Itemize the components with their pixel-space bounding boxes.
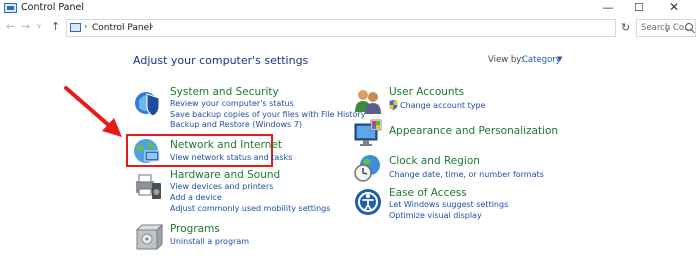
- back-arrow-icon[interactable]: ←: [6, 20, 15, 33]
- users-icon: [355, 90, 381, 114]
- address-bar[interactable]: › Control Panel › ∨: [66, 19, 670, 37]
- ease-of-access-icon: [355, 189, 381, 215]
- monitor-palette-icon: [354, 119, 382, 146]
- view-by-caret-icon[interactable]: ▼: [557, 55, 562, 63]
- link-uninstall-program[interactable]: Uninstall a program: [170, 237, 249, 246]
- category-title-appearance-personalization[interactable]: Appearance and Personalization: [389, 125, 558, 137]
- window-title: Control Panel: [21, 2, 84, 13]
- minimize-button[interactable]: —: [594, 0, 622, 16]
- link-change-account-type[interactable]: Change account type: [400, 101, 485, 110]
- category-title-user-accounts[interactable]: User Accounts: [389, 86, 464, 98]
- page-heading: Adjust your computer's settings: [133, 54, 309, 67]
- view-by-label: View by:: [488, 55, 524, 65]
- close-button[interactable]: ✕: [660, 0, 688, 16]
- control-panel-app-icon: [4, 3, 17, 13]
- refresh-icon[interactable]: ↻: [621, 21, 630, 34]
- forward-arrow-icon[interactable]: →: [21, 20, 30, 33]
- link-backup-restore[interactable]: Backup and Restore (Windows 7): [170, 120, 302, 129]
- category-title-hardware-sound[interactable]: Hardware and Sound: [170, 169, 280, 181]
- search-icon[interactable]: [685, 23, 693, 31]
- link-review-computer-status[interactable]: Review your computer's status: [170, 99, 294, 108]
- title-bar: Control Panel — ☐ ✕: [0, 0, 699, 16]
- link-change-date-time-formats[interactable]: Change date, time, or number formats: [389, 170, 544, 179]
- link-view-network-status[interactable]: View network status and tasks: [170, 153, 292, 162]
- printer-speaker-icon: [136, 174, 161, 199]
- breadcrumb-separator-icon[interactable]: ›: [84, 22, 88, 32]
- uac-shield-icon: [389, 100, 398, 110]
- link-view-devices-printers[interactable]: View devices and printers: [170, 182, 273, 191]
- clock-globe-icon: [354, 155, 380, 182]
- link-add-device[interactable]: Add a device: [170, 193, 222, 202]
- link-file-history[interactable]: Save backup copies of your files with Fi…: [170, 110, 365, 119]
- category-title-ease-of-access[interactable]: Ease of Access: [389, 187, 467, 199]
- category-title-network-internet[interactable]: Network and Internet: [170, 139, 282, 151]
- category-title-system-security[interactable]: System and Security: [170, 86, 279, 98]
- network-globe-icon: [134, 139, 160, 163]
- programs-box-icon: [135, 223, 163, 251]
- system-security-shield-icon: [135, 92, 160, 117]
- navigation-bar: ← → ∨ ↑ › Control Panel › ∨ ↻ Search Co.…: [0, 17, 699, 39]
- search-input[interactable]: Search Co...: [636, 19, 696, 37]
- link-let-windows-suggest-settings[interactable]: Let Windows suggest settings: [389, 200, 508, 209]
- up-arrow-icon[interactable]: ↑: [51, 20, 60, 33]
- view-by-dropdown[interactable]: Category: [522, 55, 561, 65]
- recent-locations-chevron-icon[interactable]: ∨: [36, 21, 42, 30]
- link-mobility-settings[interactable]: Adjust commonly used mobility settings: [170, 204, 330, 213]
- maximize-button[interactable]: ☐: [625, 0, 653, 16]
- control-panel-location-icon: [70, 23, 81, 32]
- breadcrumb-separator-icon[interactable]: ›: [150, 22, 154, 32]
- breadcrumb-control-panel[interactable]: Control Panel: [92, 23, 152, 33]
- link-optimize-visual-display[interactable]: Optimize visual display: [389, 211, 482, 220]
- category-title-programs[interactable]: Programs: [170, 223, 220, 235]
- annotation-arrow: [64, 86, 122, 137]
- category-title-clock-region[interactable]: Clock and Region: [389, 155, 480, 167]
